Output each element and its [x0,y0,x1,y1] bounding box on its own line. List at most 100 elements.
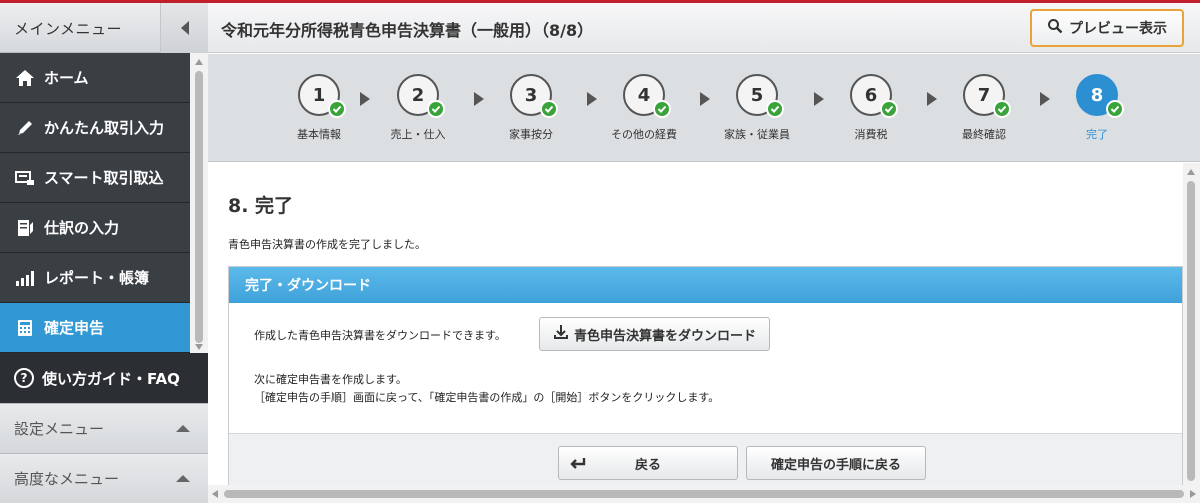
main-menu-nav: ホーム かんたん取引入力 スマート取引取込 仕訳の入力 レポート・帳簿 確定申告 [0,53,190,353]
sidebar-item-smart-import[interactable]: スマート取引取込 [0,153,190,203]
sidebar-item-reports[interactable]: レポート・帳簿 [0,253,190,303]
step-4[interactable]: 4 その他の経費 [589,74,699,142]
sidebar-item-guide-faq[interactable]: ? 使い方ガイド・FAQ [0,353,208,403]
help-icon: ? [14,368,34,388]
sidebar-item-label: レポート・帳簿 [44,269,150,287]
search-icon [1047,18,1063,38]
check-icon [1106,100,1124,118]
step-progress-bar: 1 基本情報 2 売上・仕入 3 家事按分 4 その他の経費 5 家族・従業員 … [208,54,1200,162]
download-button[interactable]: 青色申告決算書をダウンロード [539,317,770,351]
sidebar-item-journal[interactable]: 仕訳の入力 [0,203,190,253]
step-number: 1 [298,74,346,118]
scroll-up-arrow-icon[interactable] [195,59,203,65]
check-icon [427,100,445,118]
step-label: 基本情報 [297,128,341,141]
back-button-label: 戻る [634,457,661,473]
scrollbar-thumb[interactable] [1187,181,1195,481]
section-title: 8. 完了 [228,195,294,217]
home-icon [14,67,36,89]
step-1[interactable]: 1 基本情報 [264,74,374,142]
sidebar-item-label: ホーム [44,69,89,87]
next-step-instruction: ［確定申告の手順］画面に戻って、「確定申告書の作成」の［開始］ボタンをクリックし… [254,391,720,404]
pencil-icon [14,117,36,139]
chevron-up-icon [176,425,190,432]
scroll-down-arrow-icon[interactable] [195,344,203,350]
content-vertical-scrollbar[interactable] [1183,163,1200,485]
calculator-icon [14,317,36,339]
preview-button-label: プレビュー表示 [1069,21,1167,37]
sidebar-item-home[interactable]: ホーム [0,53,190,103]
back-button[interactable]: 戻る [558,446,738,480]
check-icon [540,100,558,118]
check-icon [880,100,898,118]
sidebar-item-label: かんたん取引入力 [44,119,165,137]
sidebar-item-label: 確定申告 [44,319,105,337]
scroll-left-arrow-icon[interactable] [212,490,218,498]
step-number: 3 [510,74,558,118]
return-to-procedure-label: 確定申告の手順に戻る [770,457,901,473]
step-6[interactable]: 6 消費税 [816,74,926,142]
main-menu-header: メインメニュー [0,3,208,53]
step-number: 7 [963,74,1011,118]
sidebar-item-easy-entry[interactable]: かんたん取引入力 [0,103,190,153]
step-number: 6 [850,74,898,118]
check-icon [993,100,1011,118]
step-5[interactable]: 5 家族・従業員 [702,74,812,142]
page-title: 令和元年分所得税青色申告決算書（一般用）（8/8） [221,21,594,40]
scrollbar-thumb[interactable] [224,490,1184,498]
chevron-left-icon [180,21,189,35]
step-label: 家族・従業員 [724,128,790,141]
preview-button[interactable]: プレビュー表示 [1030,9,1184,47]
step-label: 売上・仕入 [390,128,446,141]
chevron-up-icon [176,475,190,482]
scroll-up-arrow-icon[interactable] [1187,169,1195,175]
step-label: 完了 [1086,128,1108,141]
completion-panel: 完了・ダウンロード 作成した青色申告決算書をダウンロードできます。 青色申告決算… [228,266,1183,485]
advanced-menu[interactable]: 高度なメニュー [0,453,208,503]
sidebar-collapse-button[interactable] [160,3,208,53]
content-horizontal-scrollbar[interactable] [208,485,1200,503]
step-2[interactable]: 2 売上・仕入 [363,74,473,142]
sidebar-item-tax-return[interactable]: 確定申告 [0,303,190,353]
settings-menu-label: 設定メニュー [14,420,105,438]
settings-menu[interactable]: 設定メニュー [0,403,208,453]
step-label: その他の経費 [611,128,677,141]
next-step-text: 次に確定申告書を作成します。 [254,373,407,386]
step-number: 2 [397,74,445,118]
panel-footer: 戻る 確定申告の手順に戻る [229,433,1182,485]
main-content: 8. 完了 青色申告決算書の作成を完了しました。 完了・ダウンロード 作成した青… [208,163,1183,485]
completion-message: 青色申告決算書の作成を完了しました。 [228,238,426,251]
return-arrow-icon [569,456,587,474]
download-description: 作成した青色申告決算書をダウンロードできます。 [254,329,506,342]
download-icon [553,324,569,344]
step-number: 8 [1076,74,1124,118]
advanced-menu-label: 高度なメニュー [14,470,120,488]
panel-title: 完了・ダウンロード [229,267,1182,303]
scrollbar-thumb[interactable] [195,71,203,343]
sidebar-item-label: スマート取引取込 [44,169,164,187]
chart-icon [14,267,36,289]
step-label: 家事按分 [509,128,553,141]
download-button-label: 青色申告決算書をダウンロード [573,328,756,344]
step-label: 消費税 [854,128,888,141]
import-icon [14,167,36,189]
scroll-right-arrow-icon[interactable] [1190,490,1196,498]
sidebar-scrollbar[interactable] [190,53,208,353]
check-icon [766,100,784,118]
sidebar-item-label: 仕訳の入力 [44,219,120,237]
check-icon [653,100,671,118]
step-7[interactable]: 7 最終確認 [929,74,1039,142]
step-8[interactable]: 8 完了 [1042,74,1152,142]
main-menu-title: メインメニュー [14,20,123,38]
step-3[interactable]: 3 家事按分 [476,74,586,142]
step-label: 最終確認 [962,128,1006,141]
journal-icon [14,217,36,239]
panel-body: 作成した青色申告決算書をダウンロードできます。 青色申告決算書をダウンロード 次… [229,303,1182,433]
check-icon [328,100,346,118]
return-to-procedure-button[interactable]: 確定申告の手順に戻る [746,446,926,480]
step-number: 5 [736,74,784,118]
sidebar: メインメニュー ホーム かんたん取引入力 スマート取引取込 仕訳の入力 レポート… [0,3,208,503]
sidebar-item-label: 使い方ガイド・FAQ [42,369,180,388]
page-header: 令和元年分所得税青色申告決算書（一般用）（8/8） プレビュー表示 [208,3,1200,53]
step-number: 4 [623,74,671,118]
